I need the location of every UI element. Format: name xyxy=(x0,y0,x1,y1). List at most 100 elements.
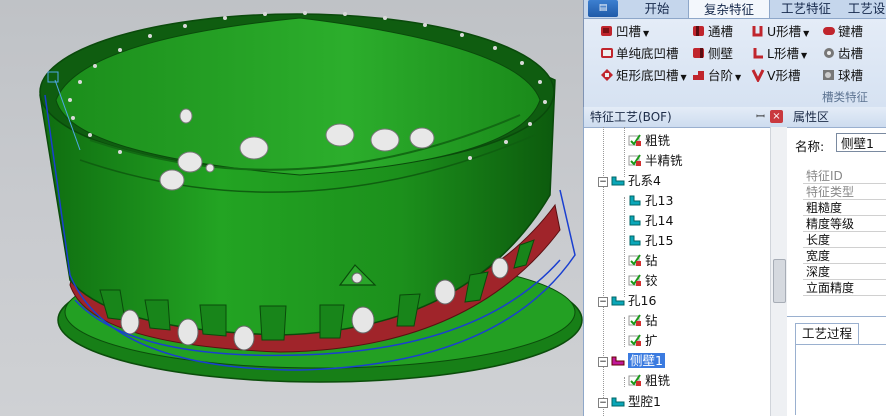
side-wall-button[interactable]: 侧壁 xyxy=(692,44,733,64)
property-row-feature-type[interactable]: 特征类型 xyxy=(803,184,886,200)
tree-item-hole-16[interactable]: − 孔16 xyxy=(598,291,656,311)
v-slot-icon xyxy=(751,68,765,84)
groove-button[interactable]: 凹槽 ▼ xyxy=(600,22,649,42)
l-slot-icon xyxy=(751,46,765,60)
l-slot-label: L形槽 xyxy=(767,46,799,61)
3d-viewport[interactable] xyxy=(0,0,583,416)
property-row-depth[interactable]: 深度 xyxy=(803,264,886,280)
tab-process[interactable]: 工艺过程 xyxy=(795,323,860,344)
tab-start[interactable]: 开始 xyxy=(632,0,682,18)
tree-guide-line xyxy=(624,197,625,297)
collapse-toggle[interactable]: − xyxy=(598,297,608,307)
tree-item-label: 孔14 xyxy=(645,213,674,228)
step-button[interactable]: 台阶 ▼ xyxy=(692,66,741,86)
collapse-toggle[interactable]: − xyxy=(598,357,608,367)
feature-icon xyxy=(611,394,625,407)
property-row-width[interactable]: 宽度 xyxy=(803,248,886,264)
tree-item-cavity-1[interactable]: − 型腔1 xyxy=(598,392,661,412)
application-menu-button[interactable]: ▤ xyxy=(588,0,618,17)
through-slot-button[interactable]: 通槽 xyxy=(692,22,733,42)
tree-item-label: 扩 xyxy=(645,333,658,348)
v-slot-button[interactable]: V形槽 xyxy=(751,66,801,86)
l-slot-button[interactable]: L形槽 ▼ xyxy=(751,44,807,64)
step-icon xyxy=(692,68,706,82)
tab-process-feature[interactable]: 工艺特征 xyxy=(772,0,840,18)
operation-icon xyxy=(628,333,642,346)
ribbon-tab-bar: ▤ 开始 复杂特征 工艺特征 工艺设 xyxy=(584,0,886,19)
side-wall-label: 侧壁 xyxy=(708,46,734,61)
tree-panel-header: 特征工艺(BOF) ꟷ × xyxy=(584,107,787,128)
side-wall-icon xyxy=(692,46,706,60)
chevron-down-icon: ▼ xyxy=(803,29,810,38)
tree-item-label: 钻 xyxy=(645,313,658,328)
tree-scrollbar-thumb[interactable] xyxy=(773,259,786,303)
tree-item-hole-15[interactable]: 孔15 xyxy=(628,231,673,251)
ribbon-group-label: 槽类特征 xyxy=(822,90,868,104)
keyway-button[interactable]: 键槽 xyxy=(822,22,863,42)
chevron-down-icon: ▼ xyxy=(735,73,742,82)
hole-icon xyxy=(628,213,642,226)
close-icon[interactable]: × xyxy=(770,110,783,123)
operation-icon xyxy=(628,313,642,326)
operation-icon xyxy=(628,253,642,266)
hole-icon xyxy=(628,233,642,246)
operation-icon xyxy=(628,133,642,146)
tree-item-side-wall-1[interactable]: − 侧壁1 xyxy=(598,351,665,371)
tree-panel-title: 特征工艺(BOF) xyxy=(590,110,672,124)
tree-item-rough-mill[interactable]: 粗铣 xyxy=(628,131,670,151)
simple-bottom-groove-label: 单纯底凹槽 xyxy=(616,46,679,61)
tree-item-drill-2[interactable]: 钻 xyxy=(628,311,658,331)
through-slot-label: 通槽 xyxy=(708,24,734,39)
tab-process-design[interactable]: 工艺设 xyxy=(846,0,886,18)
rect-bottom-groove-label: 矩形底凹槽 xyxy=(616,68,679,83)
ball-slot-icon xyxy=(822,68,836,82)
property-row-precision-grade[interactable]: 精度等级 xyxy=(803,216,886,232)
tree-item-label: 孔系4 xyxy=(628,173,661,188)
process-tab-area: 工艺过程 xyxy=(787,316,886,416)
tree-guide-line xyxy=(624,317,625,347)
tree-item-hole-13[interactable]: 孔13 xyxy=(628,191,673,211)
tree-item-ream[interactable]: 铰 xyxy=(628,271,658,291)
pin-icon[interactable]: ꟷ xyxy=(756,107,765,127)
chevron-down-icon: ▼ xyxy=(680,73,687,82)
name-label: 名称: xyxy=(795,139,825,154)
feature-process-tree-panel: 特征工艺(BOF) ꟷ × 粗铣 半精铣 − 孔系4 孔13 孔14 孔15 钻 … xyxy=(583,107,788,416)
property-row-length[interactable]: 长度 xyxy=(803,232,886,248)
name-field[interactable]: 侧壁1 xyxy=(836,133,886,152)
collapse-toggle[interactable]: − xyxy=(598,398,608,408)
tree-item-enlarge[interactable]: 扩 xyxy=(628,331,658,351)
simple-bottom-groove-icon xyxy=(600,46,614,60)
tree-item-label: 钻 xyxy=(645,253,658,268)
u-slot-button[interactable]: U形槽 ▼ xyxy=(751,22,809,42)
operation-icon xyxy=(628,273,642,286)
property-row-roughness[interactable]: 粗糙度 xyxy=(803,200,886,216)
collapse-toggle[interactable]: − xyxy=(598,177,608,187)
side-wall-feature-icon xyxy=(611,353,625,366)
tree-item-label: 半精铣 xyxy=(645,153,683,168)
tree-scrollbar[interactable] xyxy=(770,127,787,416)
tree-item-label: 粗铣 xyxy=(645,373,671,388)
property-row-facade-precision[interactable]: 立面精度 xyxy=(803,280,886,296)
u-slot-icon xyxy=(751,24,765,38)
tab-complex-feature[interactable]: 复杂特征 xyxy=(688,0,770,18)
tooth-slot-button[interactable]: 齿槽 xyxy=(822,44,863,64)
property-panel-title: 属性区 xyxy=(793,110,830,124)
tree-item-hole-system-4[interactable]: − 孔系4 xyxy=(598,171,661,191)
tree-guide-line xyxy=(624,377,625,387)
tree-item-drill[interactable]: 钻 xyxy=(628,251,658,271)
tree-item-semi-finish-mill[interactable]: 半精铣 xyxy=(628,151,683,171)
chevron-down-icon: ▼ xyxy=(800,51,808,60)
groove-icon xyxy=(600,24,614,38)
feature-icon xyxy=(611,173,625,186)
tree-item-rough-mill-2[interactable]: 粗铣 xyxy=(628,371,670,391)
ball-slot-button[interactable]: 球槽 xyxy=(822,66,863,86)
through-slot-icon xyxy=(692,24,706,38)
rect-bottom-groove-button[interactable]: 矩形底凹槽 ▼ xyxy=(600,66,687,86)
simple-bottom-groove-button[interactable]: 单纯底凹槽 xyxy=(600,44,679,64)
property-row-feature-id[interactable]: 特征ID xyxy=(803,168,886,184)
ribbon: ▤ 开始 复杂特征 工艺特征 工艺设 凹槽 ▼ 通槽 U形槽 ▼ 键槽 单纯底凹槽 … xyxy=(583,0,886,107)
tree-item-label: 铰 xyxy=(645,273,658,288)
wheel-rim-model[interactable] xyxy=(0,0,583,416)
tree-item-hole-14[interactable]: 孔14 xyxy=(628,211,673,231)
v-slot-label: V形槽 xyxy=(767,68,801,83)
